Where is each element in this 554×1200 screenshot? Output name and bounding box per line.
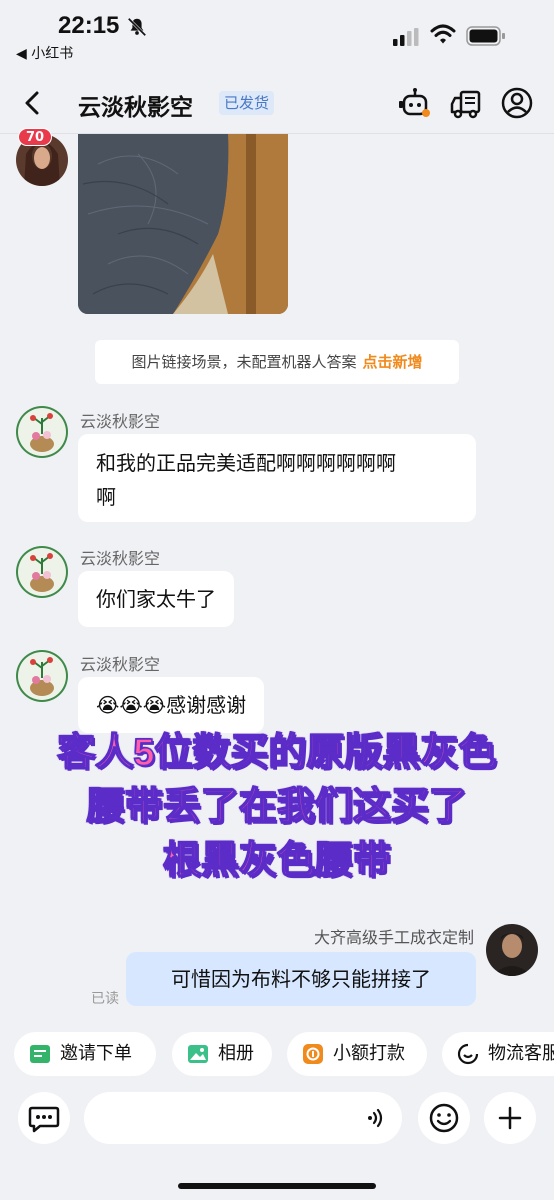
- outgoing-sender-name: 大齐高级手工成衣定制: [313, 928, 474, 947]
- emoji-icon: [429, 1103, 459, 1133]
- chip-label: 物流客服: [488, 1043, 554, 1064]
- home-indicator[interactable]: [178, 1183, 376, 1189]
- overlay-caption: 客人5位数买的原版黑灰色 腰带丢了在我们这买了 根黑灰色腰带: [0, 726, 554, 888]
- system-tip-text: 图片链接场景，未配置机器人答案: [131, 353, 357, 371]
- chat-title[interactable]: 云淡秋影空: [78, 88, 193, 122]
- chip-label: 相册: [218, 1043, 254, 1064]
- sender-name: 云淡秋影空: [80, 549, 161, 568]
- shop-avatar[interactable]: [486, 924, 538, 976]
- sender-avatar[interactable]: [16, 546, 68, 598]
- plus-icon: [498, 1106, 522, 1130]
- chat-photo[interactable]: [78, 134, 288, 314]
- user-icon[interactable]: [500, 86, 534, 120]
- back-arrow-icon[interactable]: [18, 88, 48, 118]
- plus-button[interactable]: [484, 1092, 536, 1144]
- chat-menu-icon: [28, 1106, 60, 1133]
- message-bubble[interactable]: 和我的正品完美适配啊啊啊啊啊啊 啊: [78, 434, 476, 522]
- battery-icon: [466, 26, 505, 46]
- emoji-button[interactable]: [418, 1092, 470, 1144]
- add-new-link[interactable]: 点击新增: [363, 353, 423, 371]
- message-bubble[interactable]: 你们家太牛了: [78, 571, 234, 627]
- logistics-service-icon: [457, 1043, 479, 1065]
- chat-header: 云淡秋影空 已发货: [0, 72, 554, 134]
- caption-line: 客人5位数买的原版黑灰色: [57, 731, 498, 775]
- sender-name: 云淡秋影空: [80, 412, 161, 431]
- quick-action-bar: 邀请下单 相册 小额打款 物流客服: [0, 1022, 554, 1084]
- truck-icon[interactable]: [450, 86, 484, 120]
- message-text: 和我的正品完美适配啊啊啊啊啊啊: [96, 451, 396, 475]
- order-status-badge: 已发货: [219, 91, 275, 115]
- message-text: 感谢感谢: [166, 693, 247, 717]
- status-bar: 22:15 ◀ 小红书: [0, 0, 554, 72]
- sender-avatar[interactable]: [16, 650, 68, 702]
- album-button[interactable]: 相册: [172, 1032, 272, 1076]
- voice-icon[interactable]: [364, 1106, 388, 1130]
- payment-icon: [303, 1044, 323, 1064]
- wifi-icon: [430, 24, 456, 44]
- robot-icon[interactable]: [398, 86, 432, 120]
- unread-count-badge: 70: [18, 128, 53, 146]
- album-icon: [188, 1045, 208, 1063]
- chat-menu-button[interactable]: [18, 1092, 70, 1144]
- back-to-app-link[interactable]: ◀ 小红书: [16, 43, 73, 63]
- logistics-service-button[interactable]: 物流客服: [442, 1032, 554, 1076]
- sender-name: 云淡秋影空: [80, 655, 161, 674]
- invite-order-button[interactable]: 邀请下单: [14, 1032, 156, 1076]
- message-bubble[interactable]: 😭😭😭感谢感谢: [78, 677, 265, 733]
- caption-line: 腰带丢了在我们这买了: [86, 785, 468, 829]
- read-status: 已读: [91, 991, 119, 1007]
- status-time: 22:15: [58, 12, 120, 39]
- outgoing-message-bubble[interactable]: 可惜因为布料不够只能拼接了: [126, 952, 476, 1006]
- message-text: 你们家太牛了: [96, 587, 216, 611]
- message-emoji: 😭😭😭: [96, 693, 167, 717]
- caption-line: 根黑灰色腰带: [162, 839, 392, 883]
- chip-label: 小额打款: [333, 1043, 405, 1064]
- mute-bell-icon: [127, 17, 147, 37]
- chip-label: 邀请下单: [60, 1043, 132, 1064]
- signal-icon: [393, 28, 419, 46]
- small-payment-button[interactable]: 小额打款: [287, 1032, 427, 1076]
- message-input[interactable]: [84, 1092, 402, 1144]
- message-text: 啊: [96, 485, 116, 509]
- invite-order-icon: [30, 1045, 50, 1063]
- sender-avatar[interactable]: [16, 406, 68, 458]
- system-tip: 图片链接场景，未配置机器人答案 点击新增: [95, 340, 459, 384]
